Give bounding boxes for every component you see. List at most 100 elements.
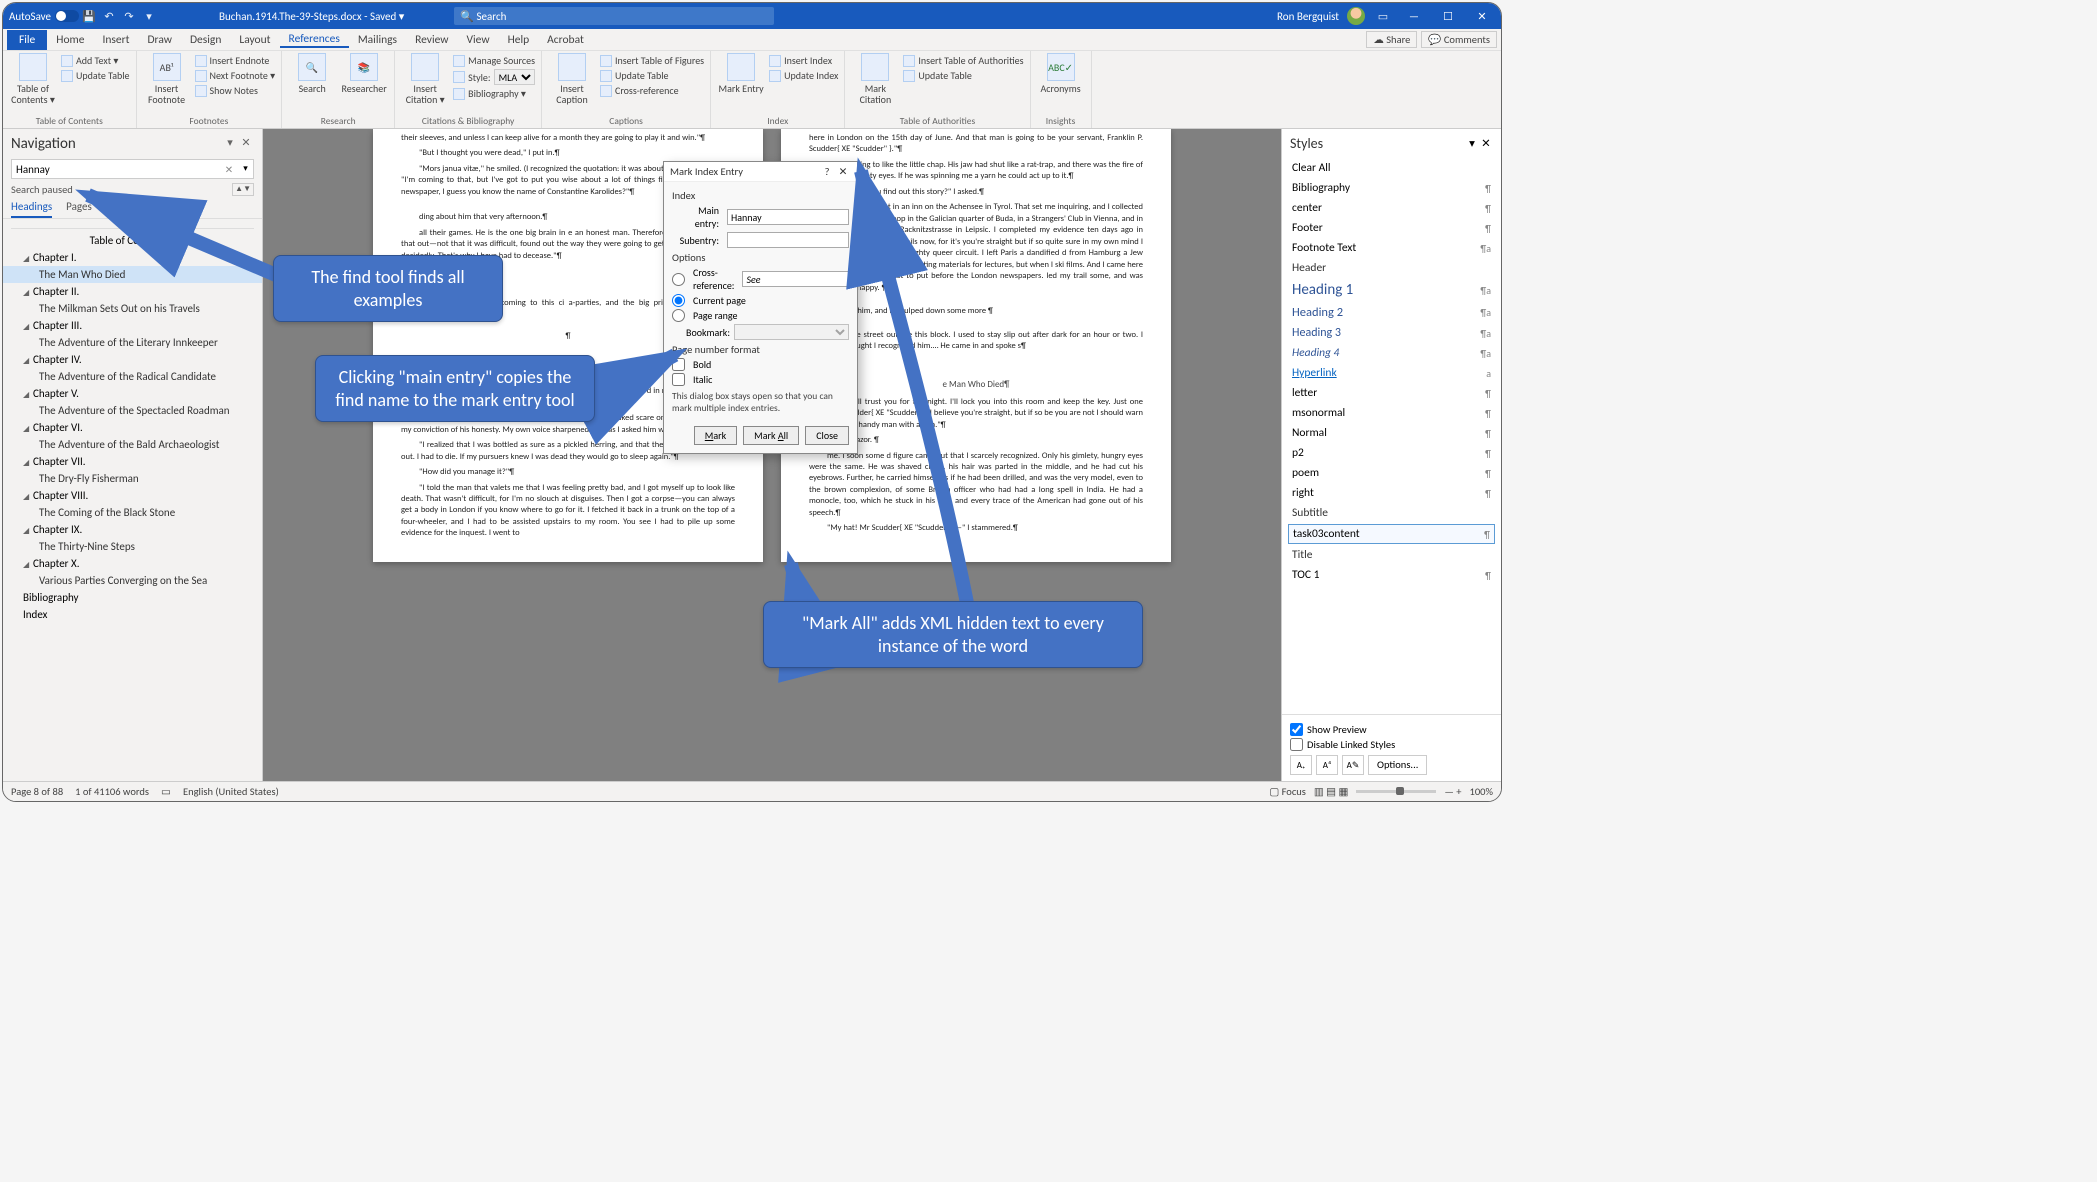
dialog-close[interactable]: ✕ (835, 165, 851, 178)
nav-item[interactable]: The Milkman Sets Out on his Travels (3, 300, 262, 317)
bold-check[interactable] (672, 358, 685, 371)
page-status[interactable]: Page 8 of 88 (11, 785, 63, 798)
mark-citation-button[interactable]: Mark Citation (851, 53, 899, 105)
style-row[interactable]: Heading 2¶a (1282, 302, 1501, 323)
insert-caption-button[interactable]: Insert Caption (548, 53, 596, 105)
search-box[interactable]: 🔍 Search (454, 7, 774, 25)
style-row[interactable]: p2¶ (1282, 443, 1501, 463)
zoom-level[interactable]: 100% (1470, 785, 1493, 798)
bookmark-select[interactable] (734, 324, 849, 340)
update-toa-button[interactable]: Update Table (903, 68, 1023, 83)
close-dialog-button[interactable]: Close (805, 426, 849, 445)
insert-toa-button[interactable]: Insert Table of Authorities (903, 53, 1023, 68)
nav-item[interactable]: The Adventure of the Radical Candidate (3, 368, 262, 385)
mark-all-button[interactable]: Mark All (743, 426, 799, 445)
tab-file[interactable]: File (7, 30, 47, 50)
nav-item[interactable]: ◢Chapter X. (3, 555, 262, 572)
insert-index-button[interactable]: Insert Index (769, 53, 838, 68)
proofing-icon[interactable]: ▭ (161, 785, 171, 798)
nav-item[interactable]: ◢Chapter III. (3, 317, 262, 334)
word-count[interactable]: 1 of 41106 words (75, 785, 149, 798)
zoom-slider[interactable] (1356, 790, 1436, 793)
style-row[interactable]: Footer¶ (1282, 218, 1501, 238)
autosave-toggle[interactable] (55, 10, 79, 22)
tab-insert[interactable]: Insert (93, 33, 138, 47)
nav-item[interactable]: The Thirty-Nine Steps (3, 538, 262, 555)
styles-dropdown[interactable]: ▾ (1465, 136, 1479, 151)
clear-search-icon[interactable]: ✕ (222, 163, 236, 176)
tab-review[interactable]: Review (406, 33, 457, 47)
share-button[interactable]: ☁ Share (1366, 31, 1417, 48)
acronyms-button[interactable]: ABC✓Acronyms (1037, 53, 1085, 94)
qat-dropdown-icon[interactable]: ▾ (142, 9, 156, 23)
nav-item[interactable]: ◢Chapter VII. (3, 453, 262, 470)
add-text-button[interactable]: Add Text ▾ (61, 53, 130, 68)
style-row[interactable]: TOC 1¶ (1282, 565, 1501, 585)
citation-style[interactable]: Style: MLA (453, 68, 535, 86)
style-row[interactable]: Heading 3¶a (1282, 323, 1501, 343)
subentry-input[interactable] (727, 232, 849, 248)
style-row[interactable]: center¶ (1282, 198, 1501, 218)
nav-pages-tab[interactable]: Pages (66, 200, 92, 218)
undo-icon[interactable]: ↶ (102, 9, 116, 23)
tab-view[interactable]: View (458, 33, 499, 47)
tof-button[interactable]: Insert Table of Figures (600, 53, 704, 68)
minimize-button[interactable]: — (1401, 10, 1427, 23)
view-buttons[interactable]: ▥ ▤ ▦ (1314, 785, 1349, 798)
main-entry-input[interactable] (727, 209, 849, 225)
cross-ref-input[interactable] (742, 271, 862, 287)
insert-footnote-button[interactable]: AB¹Insert Footnote (143, 53, 191, 105)
update-index-button[interactable]: Update Index (769, 68, 838, 83)
tab-home[interactable]: Home (47, 33, 93, 47)
update-tof-button[interactable]: Update Table (600, 68, 704, 83)
manage-styles-button[interactable]: A✎ (1342, 755, 1364, 775)
page-range-radio[interactable] (672, 309, 685, 322)
nav-item[interactable]: Index (3, 606, 262, 623)
mark-entry-button[interactable]: Mark Entry (717, 53, 765, 94)
style-row[interactable]: poem¶ (1282, 463, 1501, 483)
ribbon-mode-icon[interactable]: ▭ (1376, 9, 1390, 23)
style-row[interactable]: msonormal¶ (1282, 403, 1501, 423)
tab-mailings[interactable]: Mailings (349, 33, 406, 47)
nav-item[interactable]: Bibliography (3, 589, 262, 606)
current-page-radio[interactable] (672, 294, 685, 307)
nav-item[interactable]: ◢Chapter I. (3, 249, 262, 266)
toc-button[interactable]: Table of Contents ▾ (9, 53, 57, 105)
cross-ref-radio[interactable] (672, 273, 685, 286)
style-row[interactable]: Normal¶ (1282, 423, 1501, 443)
insert-endnote-button[interactable]: Insert Endnote (195, 53, 276, 68)
nav-item[interactable]: ◢Chapter V. (3, 385, 262, 402)
nav-item[interactable]: ◢Chapter II. (3, 283, 262, 300)
nav-item[interactable]: Various Parties Converging on the Sea (3, 572, 262, 589)
tab-design[interactable]: Design (181, 33, 230, 47)
style-row[interactable]: Subtitle (1282, 503, 1501, 523)
smart-search-button[interactable]: 🔍Search (288, 53, 336, 94)
maximize-button[interactable]: ☐ (1435, 10, 1461, 23)
style-row[interactable]: Heading 1¶a (1282, 278, 1501, 302)
save-icon[interactable]: 💾 (82, 9, 96, 23)
nav-item[interactable]: ◢Chapter IV. (3, 351, 262, 368)
search-nav-buttons[interactable]: ▲▼ (232, 183, 254, 196)
nav-item[interactable]: ◢Chapter VI. (3, 419, 262, 436)
tab-acrobat[interactable]: Acrobat (538, 33, 593, 47)
style-row[interactable]: letter¶ (1282, 383, 1501, 403)
nav-close[interactable]: ✕ (238, 136, 254, 152)
style-row[interactable]: Footnote Text¶a (1282, 238, 1501, 258)
next-footnote-button[interactable]: Next Footnote ▾ (195, 68, 276, 83)
redo-icon[interactable]: ↷ (122, 9, 136, 23)
italic-check[interactable] (672, 373, 685, 386)
update-toc-button[interactable]: Update Table (61, 68, 130, 83)
manage-sources-button[interactable]: Manage Sources (453, 53, 535, 68)
styles-close[interactable]: ✕ (1479, 136, 1493, 151)
researcher-button[interactable]: 📚Researcher (340, 53, 388, 94)
nav-dropdown[interactable]: ▾ (222, 136, 238, 152)
tab-layout[interactable]: Layout (230, 33, 279, 47)
tab-help[interactable]: Help (499, 33, 539, 47)
show-preview-check[interactable]: Show Preview (1290, 723, 1493, 736)
nav-item[interactable]: ◢Chapter IX. (3, 521, 262, 538)
insert-citation-button[interactable]: Insert Citation ▾ (401, 53, 449, 105)
styles-options-button[interactable]: Options... (1368, 755, 1427, 775)
nav-headings-tab[interactable]: Headings (11, 200, 52, 218)
cross-reference-button[interactable]: Cross-reference (600, 83, 704, 98)
style-row[interactable]: right¶ (1282, 483, 1501, 503)
